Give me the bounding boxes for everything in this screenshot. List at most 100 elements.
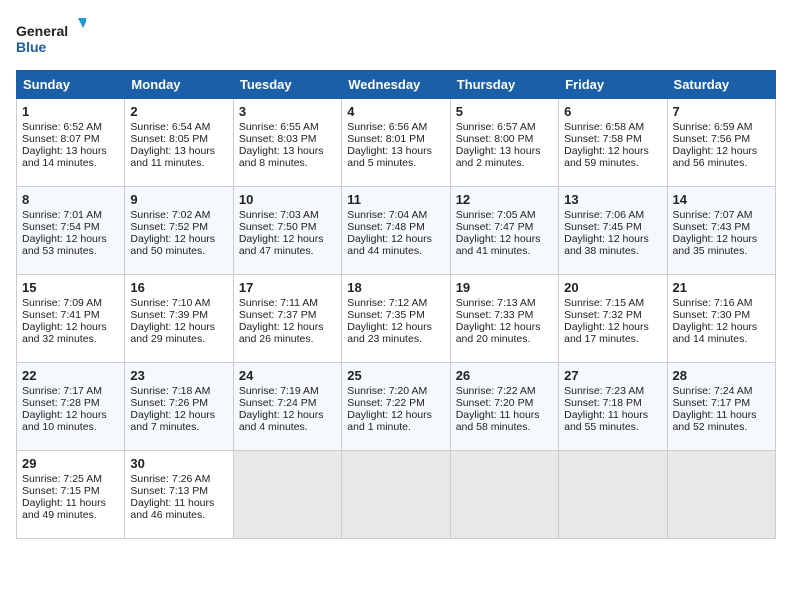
daylight-text: Daylight: 11 hours and 52 minutes. <box>673 409 757 433</box>
daylight-text: Daylight: 12 hours and 4 minutes. <box>239 409 324 433</box>
daylight-text: Daylight: 11 hours and 55 minutes. <box>564 409 648 433</box>
day-number: 30 <box>130 456 227 471</box>
logo-svg: General Blue <box>16 16 86 60</box>
calendar-cell: 12 Sunrise: 7:05 AM Sunset: 7:47 PM Dayl… <box>450 187 558 275</box>
calendar-cell: 23 Sunrise: 7:18 AM Sunset: 7:26 PM Dayl… <box>125 363 233 451</box>
sunset-text: Sunset: 7:15 PM <box>22 485 100 497</box>
day-number: 21 <box>673 280 770 295</box>
day-number: 13 <box>564 192 661 207</box>
daylight-text: Daylight: 11 hours and 49 minutes. <box>22 497 106 521</box>
sunset-text: Sunset: 8:00 PM <box>456 133 534 145</box>
daylight-text: Daylight: 11 hours and 58 minutes. <box>456 409 540 433</box>
day-number: 24 <box>239 368 336 383</box>
sunset-text: Sunset: 7:37 PM <box>239 309 317 321</box>
calendar-cell: 19 Sunrise: 7:13 AM Sunset: 7:33 PM Dayl… <box>450 275 558 363</box>
day-number: 14 <box>673 192 770 207</box>
sunrise-text: Sunrise: 6:57 AM <box>456 121 536 133</box>
daylight-text: Daylight: 12 hours and 17 minutes. <box>564 321 649 345</box>
daylight-text: Daylight: 12 hours and 23 minutes. <box>347 321 432 345</box>
daylight-text: Daylight: 13 hours and 11 minutes. <box>130 145 215 169</box>
calendar-cell <box>450 451 558 539</box>
calendar-week-row: 29 Sunrise: 7:25 AM Sunset: 7:15 PM Dayl… <box>17 451 776 539</box>
header-tuesday: Tuesday <box>233 71 341 99</box>
calendar-cell: 10 Sunrise: 7:03 AM Sunset: 7:50 PM Dayl… <box>233 187 341 275</box>
sunrise-text: Sunrise: 7:04 AM <box>347 209 427 221</box>
daylight-text: Daylight: 12 hours and 59 minutes. <box>564 145 649 169</box>
sunset-text: Sunset: 7:32 PM <box>564 309 642 321</box>
sunrise-text: Sunrise: 7:19 AM <box>239 385 319 397</box>
sunset-text: Sunset: 7:39 PM <box>130 309 208 321</box>
calendar-cell: 24 Sunrise: 7:19 AM Sunset: 7:24 PM Dayl… <box>233 363 341 451</box>
day-number: 17 <box>239 280 336 295</box>
day-number: 27 <box>564 368 661 383</box>
daylight-text: Daylight: 11 hours and 46 minutes. <box>130 497 214 521</box>
sunset-text: Sunset: 7:43 PM <box>673 221 751 233</box>
sunset-text: Sunset: 7:58 PM <box>564 133 642 145</box>
sunset-text: Sunset: 7:30 PM <box>673 309 751 321</box>
sunset-text: Sunset: 8:03 PM <box>239 133 317 145</box>
sunset-text: Sunset: 7:18 PM <box>564 397 642 409</box>
daylight-text: Daylight: 12 hours and 53 minutes. <box>22 233 107 257</box>
header-thursday: Thursday <box>450 71 558 99</box>
calendar-cell: 3 Sunrise: 6:55 AM Sunset: 8:03 PM Dayli… <box>233 99 341 187</box>
sunrise-text: Sunrise: 7:18 AM <box>130 385 210 397</box>
sunset-text: Sunset: 7:41 PM <box>22 309 100 321</box>
calendar-cell: 28 Sunrise: 7:24 AM Sunset: 7:17 PM Dayl… <box>667 363 775 451</box>
day-number: 6 <box>564 104 661 119</box>
daylight-text: Daylight: 13 hours and 14 minutes. <box>22 145 107 169</box>
day-number: 9 <box>130 192 227 207</box>
day-number: 28 <box>673 368 770 383</box>
sunset-text: Sunset: 8:07 PM <box>22 133 100 145</box>
daylight-text: Daylight: 12 hours and 29 minutes. <box>130 321 215 345</box>
calendar-cell: 17 Sunrise: 7:11 AM Sunset: 7:37 PM Dayl… <box>233 275 341 363</box>
sunrise-text: Sunrise: 7:23 AM <box>564 385 644 397</box>
calendar-cell: 6 Sunrise: 6:58 AM Sunset: 7:58 PM Dayli… <box>559 99 667 187</box>
day-number: 1 <box>22 104 119 119</box>
sunrise-text: Sunrise: 7:10 AM <box>130 297 210 309</box>
page-header: General Blue <box>16 16 776 60</box>
calendar-cell: 8 Sunrise: 7:01 AM Sunset: 7:54 PM Dayli… <box>17 187 125 275</box>
sunrise-text: Sunrise: 7:07 AM <box>673 209 753 221</box>
sunset-text: Sunset: 7:45 PM <box>564 221 642 233</box>
day-number: 8 <box>22 192 119 207</box>
sunrise-text: Sunrise: 7:05 AM <box>456 209 536 221</box>
daylight-text: Daylight: 12 hours and 7 minutes. <box>130 409 215 433</box>
sunset-text: Sunset: 7:22 PM <box>347 397 425 409</box>
sunrise-text: Sunrise: 7:11 AM <box>239 297 318 309</box>
calendar-cell: 13 Sunrise: 7:06 AM Sunset: 7:45 PM Dayl… <box>559 187 667 275</box>
sunrise-text: Sunrise: 7:03 AM <box>239 209 319 221</box>
sunset-text: Sunset: 7:52 PM <box>130 221 208 233</box>
sunset-text: Sunset: 7:17 PM <box>673 397 751 409</box>
day-number: 16 <box>130 280 227 295</box>
daylight-text: Daylight: 12 hours and 44 minutes. <box>347 233 432 257</box>
sunset-text: Sunset: 7:47 PM <box>456 221 534 233</box>
day-number: 3 <box>239 104 336 119</box>
sunrise-text: Sunrise: 6:59 AM <box>673 121 753 133</box>
daylight-text: Daylight: 13 hours and 2 minutes. <box>456 145 541 169</box>
header-friday: Friday <box>559 71 667 99</box>
calendar-cell: 29 Sunrise: 7:25 AM Sunset: 7:15 PM Dayl… <box>17 451 125 539</box>
calendar-week-row: 15 Sunrise: 7:09 AM Sunset: 7:41 PM Dayl… <box>17 275 776 363</box>
day-number: 20 <box>564 280 661 295</box>
day-number: 26 <box>456 368 553 383</box>
calendar-week-row: 22 Sunrise: 7:17 AM Sunset: 7:28 PM Dayl… <box>17 363 776 451</box>
day-number: 29 <box>22 456 119 471</box>
sunrise-text: Sunrise: 6:52 AM <box>22 121 102 133</box>
sunset-text: Sunset: 7:35 PM <box>347 309 425 321</box>
calendar-cell: 15 Sunrise: 7:09 AM Sunset: 7:41 PM Dayl… <box>17 275 125 363</box>
day-number: 15 <box>22 280 119 295</box>
sunset-text: Sunset: 7:28 PM <box>22 397 100 409</box>
sunrise-text: Sunrise: 7:16 AM <box>673 297 753 309</box>
day-number: 7 <box>673 104 770 119</box>
calendar-cell: 5 Sunrise: 6:57 AM Sunset: 8:00 PM Dayli… <box>450 99 558 187</box>
sunrise-text: Sunrise: 7:13 AM <box>456 297 536 309</box>
sunrise-text: Sunrise: 7:22 AM <box>456 385 536 397</box>
daylight-text: Daylight: 12 hours and 20 minutes. <box>456 321 541 345</box>
sunrise-text: Sunrise: 6:58 AM <box>564 121 644 133</box>
day-number: 19 <box>456 280 553 295</box>
calendar-cell: 7 Sunrise: 6:59 AM Sunset: 7:56 PM Dayli… <box>667 99 775 187</box>
daylight-text: Daylight: 12 hours and 35 minutes. <box>673 233 758 257</box>
calendar-cell: 20 Sunrise: 7:15 AM Sunset: 7:32 PM Dayl… <box>559 275 667 363</box>
sunrise-text: Sunrise: 7:15 AM <box>564 297 644 309</box>
daylight-text: Daylight: 12 hours and 14 minutes. <box>673 321 758 345</box>
